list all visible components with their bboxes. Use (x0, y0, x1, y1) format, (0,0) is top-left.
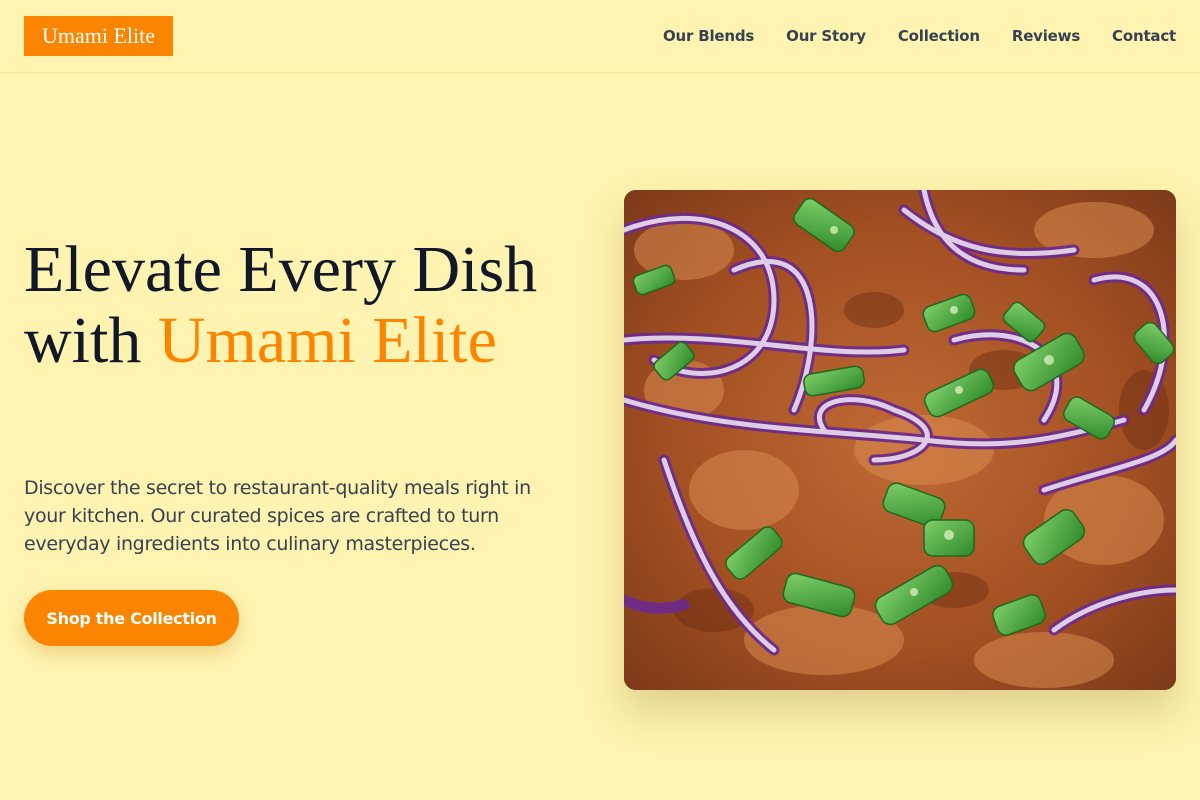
nav-our-story[interactable]: Our Story (786, 24, 866, 48)
nav-collection[interactable]: Collection (898, 24, 980, 48)
nav-contact[interactable]: Contact (1112, 24, 1176, 48)
shop-collection-button[interactable]: Shop the Collection (24, 590, 239, 646)
hero-headline-accent: Umami Elite (157, 304, 497, 377)
brand-logo[interactable]: Umami Elite (24, 16, 173, 56)
nav-our-blends[interactable]: Our Blends (663, 24, 754, 48)
food-photo-icon (624, 190, 1176, 690)
hero-description: Discover the secret to restaurant-qualit… (24, 477, 531, 555)
hero-headline: Elevate Every Dish with Umami Elite (24, 234, 584, 376)
main-nav: Our Blends Our Story Collection Reviews … (663, 24, 1176, 48)
hero-food-image (624, 190, 1176, 690)
site-header: Umami Elite Our Blends Our Story Collect… (0, 0, 1200, 73)
nav-reviews[interactable]: Reviews (1012, 24, 1080, 48)
